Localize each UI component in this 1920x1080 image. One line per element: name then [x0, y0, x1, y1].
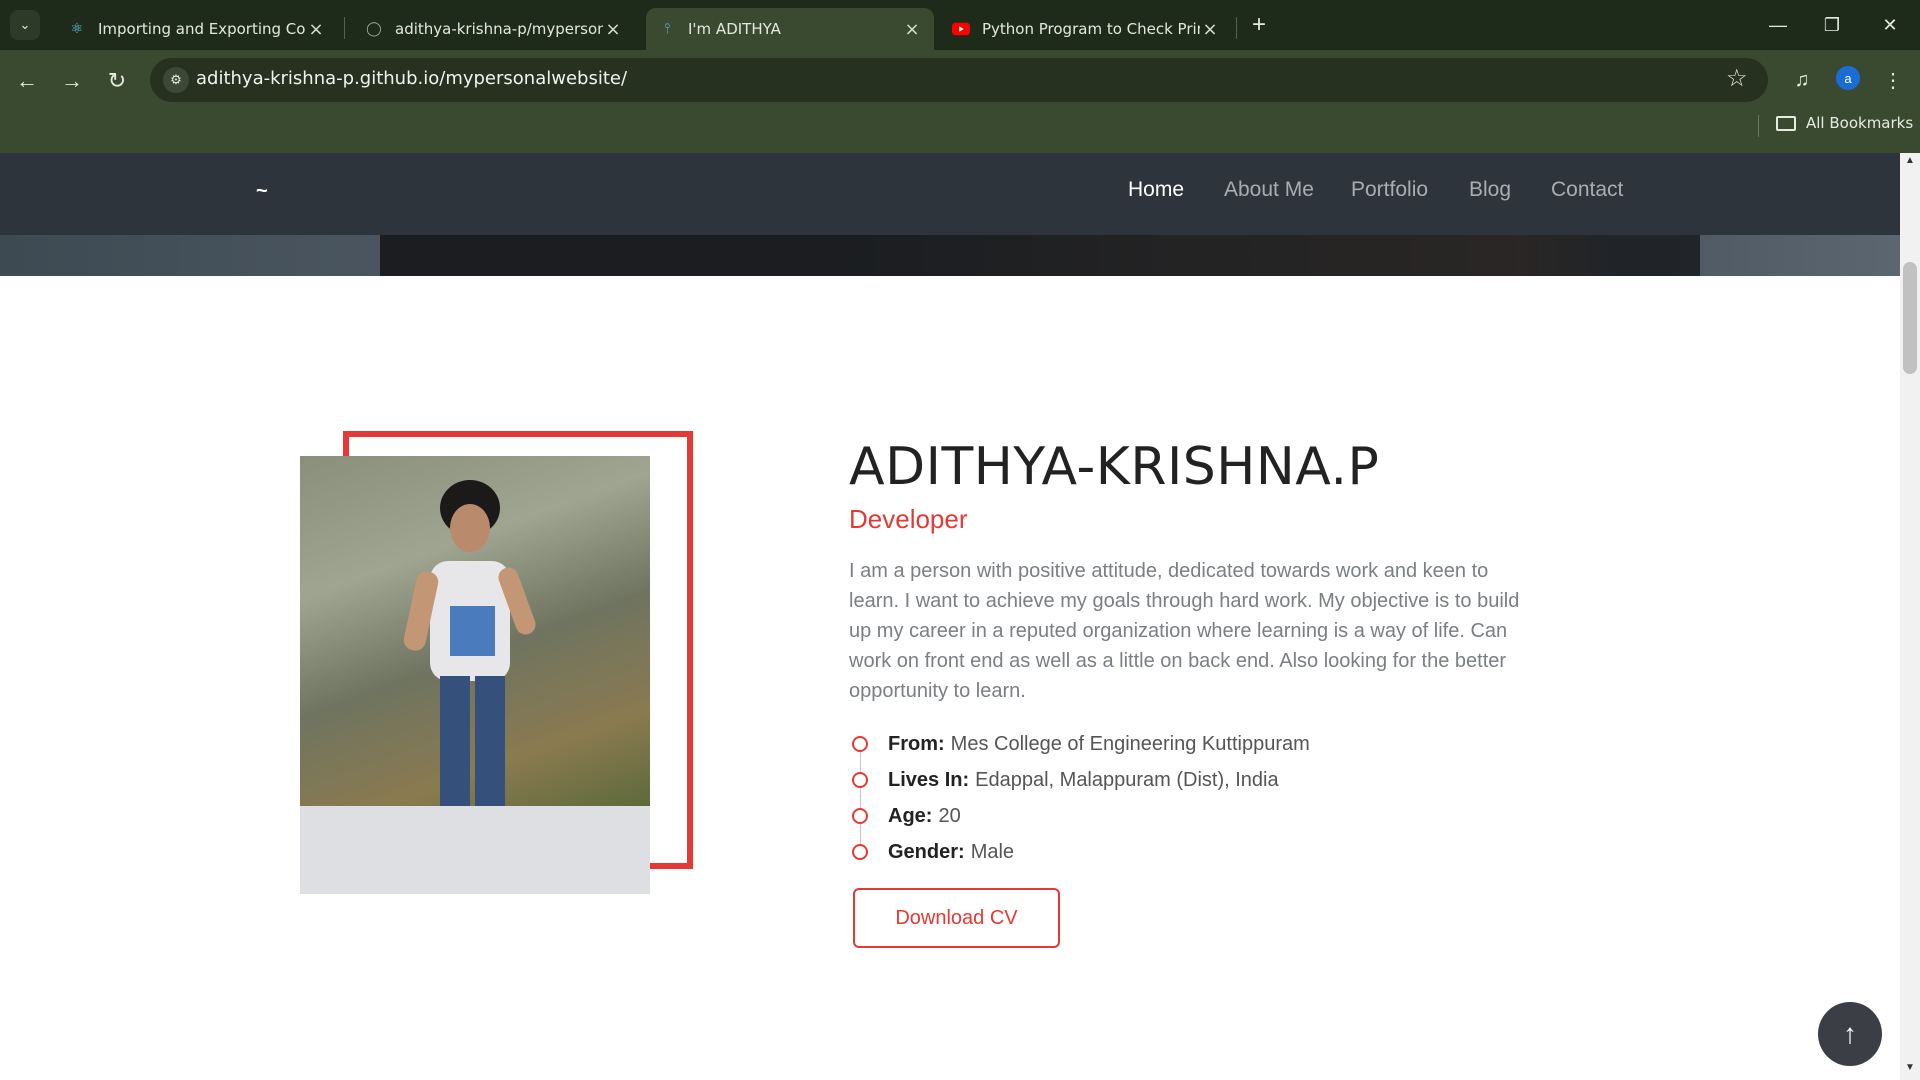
- close-window-button[interactable]: ✕: [1868, 10, 1912, 40]
- url-text[interactable]: adithya-krishna-p.github.io/mypersonalwe…: [196, 68, 627, 89]
- download-cv-button[interactable]: Download CV: [853, 888, 1060, 948]
- profile-role: Developer: [849, 504, 968, 534]
- bullet-icon: [852, 844, 868, 860]
- site-info-icon[interactable]: ⚙: [163, 67, 189, 93]
- scroll-down-arrow-icon[interactable]: ▼: [1905, 1062, 1915, 1073]
- bullet-icon: [852, 736, 868, 752]
- menu-kebab-icon[interactable]: ⋮: [1877, 64, 1909, 96]
- nav-contact[interactable]: Contact: [1551, 178, 1623, 202]
- folder-icon: [1776, 115, 1796, 131]
- profile-photo: [300, 456, 650, 806]
- youtube-icon: [952, 20, 970, 38]
- tab-importing-exporting[interactable]: ⚛ Importing and Exporting Comp ×: [56, 8, 338, 50]
- site-brand[interactable]: ~: [256, 180, 268, 203]
- fact-age: Age: 20: [849, 798, 1310, 834]
- bullet-icon: [852, 808, 868, 824]
- fact-lives-in: Lives In: Edappal, Malappuram (Dist), In…: [849, 762, 1310, 798]
- bookmarks-separator: [1758, 115, 1759, 137]
- back-button[interactable]: ←: [10, 64, 44, 98]
- restore-button[interactable]: ❐: [1810, 10, 1854, 40]
- forward-button[interactable]: →: [55, 64, 89, 98]
- profile-name: ADITHYA-KRISHNA.P: [849, 437, 1380, 497]
- site-icon: ⫯: [663, 21, 671, 37]
- nav-about-me[interactable]: About Me: [1224, 178, 1314, 202]
- new-tab-button[interactable]: +: [1246, 12, 1272, 38]
- close-icon[interactable]: ×: [603, 19, 623, 40]
- back-to-top-button[interactable]: ↑: [1818, 1002, 1882, 1066]
- all-bookmarks-button[interactable]: All Bookmarks: [1776, 114, 1913, 132]
- close-icon[interactable]: ×: [306, 19, 326, 40]
- profile-avatar[interactable]: a: [1836, 66, 1860, 90]
- scroll-up-arrow-icon[interactable]: ▲: [1905, 155, 1915, 166]
- profile-about: I am a person with positive attitude, de…: [849, 560, 1520, 702]
- close-icon[interactable]: ×: [902, 19, 922, 40]
- hero-banner-image: [0, 235, 1900, 276]
- profile-facts: From: Mes College of Engineering Kuttipp…: [849, 726, 1310, 870]
- tab-im-adithya[interactable]: ⫯ I'm ADITHYA ×: [646, 8, 934, 50]
- tab-separator: [1236, 17, 1237, 39]
- tab-github-repo[interactable]: ◯ adithya-krishna-p/mypersonalw ×: [353, 8, 635, 50]
- tab-search-button[interactable]: ⌄: [10, 10, 40, 40]
- scrollbar-thumb[interactable]: [1903, 262, 1917, 374]
- close-icon[interactable]: ×: [1200, 19, 1220, 40]
- tab-separator: [344, 17, 345, 39]
- nav-home[interactable]: Home: [1128, 178, 1184, 202]
- nav-blog[interactable]: Blog: [1469, 178, 1511, 202]
- fact-gender: Gender: Male: [849, 834, 1310, 870]
- react-icon: ⚛: [70, 21, 84, 37]
- tab-python-prime[interactable]: Python Program to Check Prim ×: [940, 8, 1232, 50]
- reload-button[interactable]: ↻: [100, 64, 134, 98]
- arrow-up-icon: ↑: [1843, 1018, 1857, 1049]
- github-icon: ◯: [366, 21, 382, 37]
- nav-portfolio[interactable]: Portfolio: [1351, 178, 1428, 202]
- fact-from: From: Mes College of Engineering Kuttipp…: [849, 726, 1310, 762]
- bullet-icon: [852, 772, 868, 788]
- media-control-icon[interactable]: ♫: [1786, 64, 1818, 96]
- minimize-button[interactable]: —: [1756, 10, 1800, 40]
- bookmark-star-icon[interactable]: ☆: [1726, 64, 1748, 93]
